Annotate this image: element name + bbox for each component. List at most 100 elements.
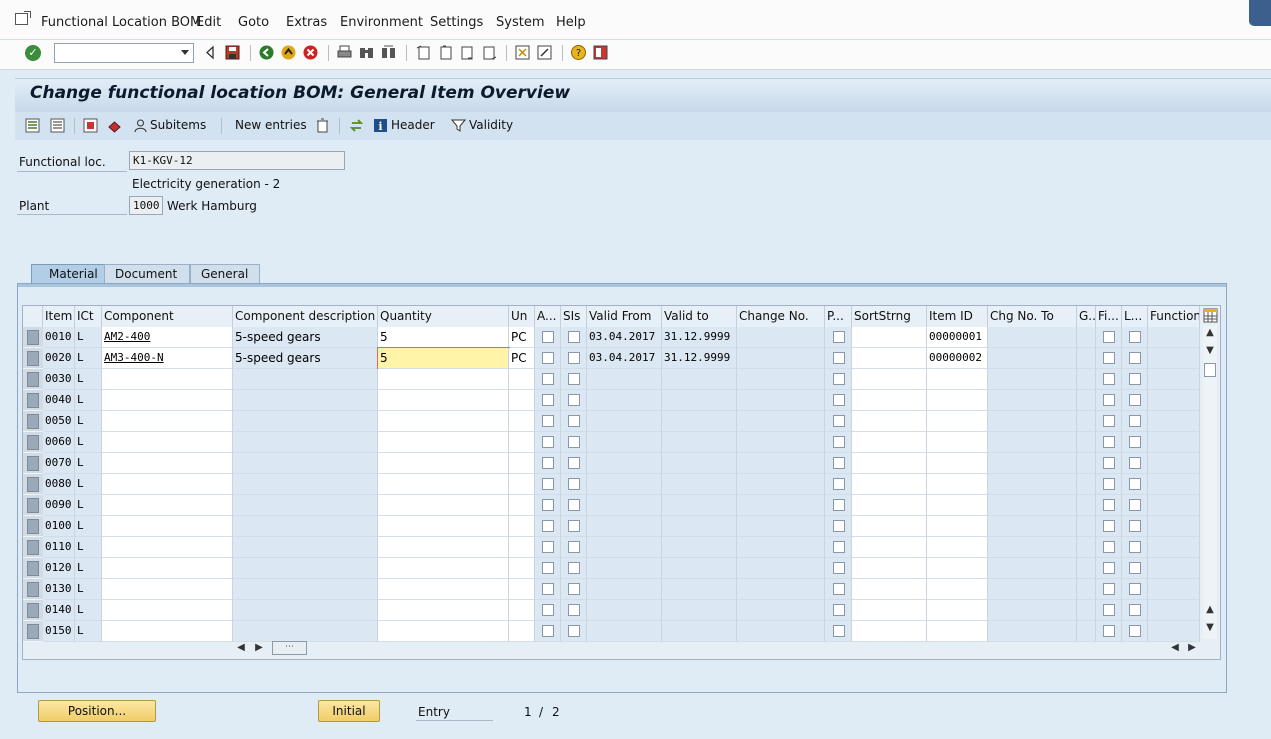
cell-fixed-quantity[interactable] xyxy=(1096,432,1122,453)
row-selector[interactable] xyxy=(23,558,43,579)
checkbox[interactable] xyxy=(542,541,554,553)
scroll-left-icon[interactable]: ◀ xyxy=(1168,641,1182,655)
cell-production-relevant[interactable] xyxy=(825,369,852,390)
print-icon[interactable] xyxy=(337,45,352,60)
cell-alternative-item[interactable] xyxy=(535,579,561,600)
cell-component[interactable] xyxy=(102,516,233,537)
tab-material[interactable]: Material xyxy=(31,264,105,284)
checkbox[interactable] xyxy=(1129,625,1141,637)
cell-lead-time[interactable] xyxy=(1122,600,1148,621)
checkbox[interactable] xyxy=(542,331,554,343)
cell-component[interactable] xyxy=(102,600,233,621)
cell-sort-string[interactable] xyxy=(852,600,927,621)
cell-component[interactable] xyxy=(102,369,233,390)
cell-item-id[interactable] xyxy=(927,411,988,432)
cell-item-id[interactable] xyxy=(927,621,988,642)
info-icon[interactable]: i xyxy=(373,118,388,133)
initial-button[interactable]: Initial xyxy=(318,700,380,722)
cell-unit[interactable] xyxy=(509,621,535,642)
row-selector[interactable] xyxy=(23,327,43,348)
row-selector[interactable] xyxy=(23,600,43,621)
menu-extras[interactable]: Extras xyxy=(286,15,327,30)
customize-layout-icon[interactable] xyxy=(593,45,608,60)
cell-spare-indicator[interactable] xyxy=(561,453,587,474)
checkbox[interactable] xyxy=(1103,331,1115,343)
cell-production-relevant[interactable] xyxy=(825,600,852,621)
cell-component[interactable]: AM2-400 xyxy=(102,327,233,348)
scroll-thumb[interactable] xyxy=(1204,363,1216,377)
cell-lead-time[interactable] xyxy=(1122,621,1148,642)
cell-fixed-quantity[interactable] xyxy=(1096,390,1122,411)
checkbox[interactable] xyxy=(1129,478,1141,490)
checkbox[interactable] xyxy=(542,562,554,574)
last-page-icon[interactable] xyxy=(482,45,497,60)
checkbox[interactable] xyxy=(542,457,554,469)
checkbox[interactable] xyxy=(568,394,580,406)
column-header-valid-to[interactable]: Valid to xyxy=(662,306,737,327)
checkbox[interactable] xyxy=(542,436,554,448)
checkbox[interactable] xyxy=(542,604,554,616)
cell-unit[interactable] xyxy=(509,600,535,621)
tab-document[interactable]: Document xyxy=(104,264,190,284)
cell-alternative-item[interactable] xyxy=(535,348,561,369)
cell-quantity[interactable] xyxy=(378,579,509,600)
cell-sort-string[interactable] xyxy=(852,495,927,516)
column-header-change-number[interactable]: Change No. xyxy=(737,306,825,327)
cell-unit[interactable]: PC xyxy=(509,327,535,348)
next-page-icon[interactable] xyxy=(460,45,475,60)
checkbox[interactable] xyxy=(833,541,845,553)
column-header-unit[interactable]: Un xyxy=(509,306,535,327)
delete-icon[interactable] xyxy=(315,118,330,133)
save-icon[interactable] xyxy=(225,45,240,60)
checkbox[interactable] xyxy=(542,352,554,364)
scroll-up-icon[interactable]: ▲ xyxy=(1203,326,1217,340)
cell-spare-indicator[interactable] xyxy=(561,621,587,642)
menu-edit[interactable]: Edit xyxy=(196,15,221,30)
column-header-lead-time[interactable]: L... xyxy=(1122,306,1148,327)
cell-item-id[interactable] xyxy=(927,390,988,411)
cell-item-id[interactable] xyxy=(927,474,988,495)
cell-alternative-item[interactable] xyxy=(535,600,561,621)
functional-loc-field[interactable]: K1-KGV-12 xyxy=(129,151,345,170)
cell-fixed-quantity[interactable] xyxy=(1096,579,1122,600)
cell-item-id[interactable]: 00000001 xyxy=(927,327,988,348)
cell-quantity[interactable] xyxy=(378,621,509,642)
column-header-production-relevant[interactable]: P... xyxy=(825,306,852,327)
checkbox[interactable] xyxy=(1103,583,1115,595)
header-button[interactable]: Header xyxy=(391,118,435,132)
checkbox[interactable] xyxy=(1103,478,1115,490)
cell-lead-time[interactable] xyxy=(1122,369,1148,390)
checkbox[interactable] xyxy=(1103,394,1115,406)
refresh-icon[interactable] xyxy=(349,118,364,133)
scroll-down-icon[interactable]: ▼ xyxy=(1203,344,1217,358)
cell-production-relevant[interactable] xyxy=(825,621,852,642)
cell-alternative-item[interactable] xyxy=(535,621,561,642)
cell-quantity[interactable] xyxy=(378,432,509,453)
cell-production-relevant[interactable] xyxy=(825,453,852,474)
cell-unit[interactable] xyxy=(509,369,535,390)
cell-lead-time[interactable] xyxy=(1122,327,1148,348)
plant-field[interactable]: 1000 xyxy=(129,196,163,215)
tab-general[interactable]: General xyxy=(190,264,260,284)
scroll-up-icon[interactable]: ▲ xyxy=(1203,603,1217,617)
checkbox[interactable] xyxy=(833,520,845,532)
enter-check-icon[interactable]: ✓ xyxy=(25,45,41,61)
cell-alternative-item[interactable] xyxy=(535,369,561,390)
cell-alternative-item[interactable] xyxy=(535,558,561,579)
checkbox[interactable] xyxy=(568,352,580,364)
cell-quantity[interactable] xyxy=(378,537,509,558)
exit-icon[interactable] xyxy=(281,45,296,60)
back-arrow-icon[interactable] xyxy=(203,45,218,60)
column-header-fixed-quantity[interactable]: Fi... xyxy=(1096,306,1122,327)
checkbox[interactable] xyxy=(542,415,554,427)
component-icon[interactable] xyxy=(107,118,122,133)
cell-sort-string[interactable] xyxy=(852,411,927,432)
cell-sort-string[interactable] xyxy=(852,348,927,369)
menu-icon[interactable] xyxy=(15,11,31,25)
menu-help[interactable]: Help xyxy=(556,15,586,30)
cell-lead-time[interactable] xyxy=(1122,537,1148,558)
cell-spare-indicator[interactable] xyxy=(561,558,587,579)
cell-lead-time[interactable] xyxy=(1122,558,1148,579)
cell-alternative-item[interactable] xyxy=(535,516,561,537)
cell-lead-time[interactable] xyxy=(1122,453,1148,474)
